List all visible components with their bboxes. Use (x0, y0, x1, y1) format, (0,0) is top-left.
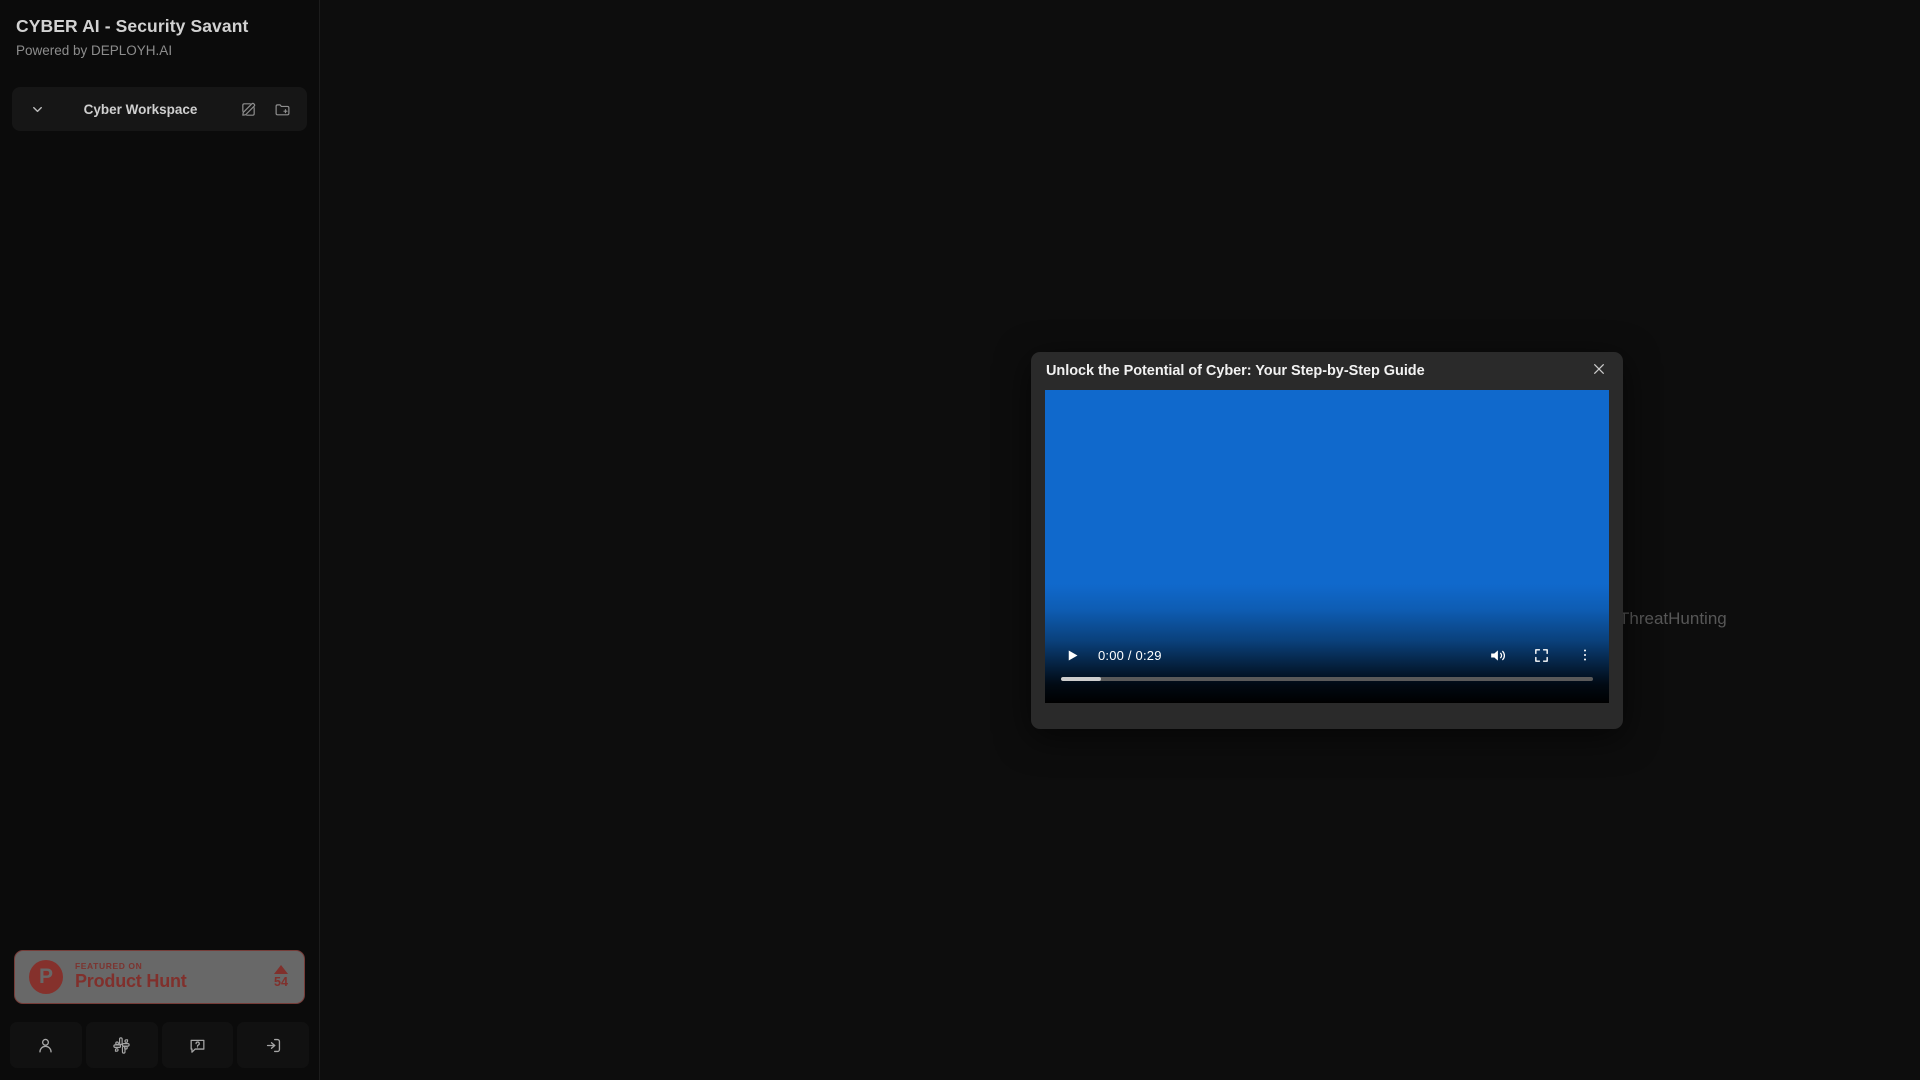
product-hunt-badge[interactable]: P FEATURED ON Product Hunt 54 (14, 950, 305, 1004)
volume-icon[interactable] (1484, 642, 1510, 668)
upvote-count: 54 (274, 976, 288, 989)
main-content: ThreatHunting Unlock the Potential of Cy… (320, 0, 1920, 1080)
login-icon (264, 1036, 283, 1055)
video-modal: Unlock the Potential of Cyber: Your Step… (1031, 352, 1623, 729)
app-root: CYBER AI - Security Savant Powered by DE… (0, 0, 1920, 1080)
product-hunt-logo-icon: P (29, 960, 63, 994)
video-time-display: 0:00 / 0:29 (1098, 648, 1162, 663)
help-button[interactable] (162, 1022, 234, 1068)
chevron-down-icon[interactable] (22, 94, 52, 124)
app-subtitle: Powered by DEPLOYH.AI (16, 42, 303, 60)
video-player[interactable]: 0:00 / 0:29 (1045, 390, 1609, 703)
product-hunt-logo-letter: P (39, 966, 53, 987)
modal-header: Unlock the Potential of Cyber: Your Step… (1031, 352, 1623, 390)
brand-header: CYBER AI - Security Savant Powered by DE… (0, 0, 319, 65)
fullscreen-icon[interactable] (1528, 642, 1554, 668)
product-hunt-upvote[interactable]: 54 (274, 965, 290, 989)
threat-hunting-label: ThreatHunting (1619, 609, 1727, 629)
kebab-menu-icon[interactable] (1576, 642, 1594, 668)
modal-title: Unlock the Potential of Cyber: Your Step… (1046, 363, 1587, 379)
product-hunt-kicker: FEATURED ON (75, 962, 262, 971)
login-button[interactable] (237, 1022, 309, 1068)
play-icon[interactable] (1060, 643, 1084, 667)
edit-pencil-icon[interactable] (233, 94, 263, 124)
app-title: CYBER AI - Security Savant (16, 16, 303, 38)
video-controls: 0:00 / 0:29 (1045, 637, 1609, 673)
help-icon (188, 1036, 207, 1055)
new-folder-icon[interactable] (267, 94, 297, 124)
workspace-row[interactable]: Cyber Workspace (12, 87, 307, 131)
video-progress-bar[interactable] (1061, 677, 1593, 681)
product-hunt-name: Product Hunt (75, 972, 262, 992)
close-icon[interactable] (1587, 357, 1611, 381)
slack-button[interactable] (86, 1022, 158, 1068)
workspace-name: Cyber Workspace (56, 102, 229, 117)
sidebar: CYBER AI - Security Savant Powered by DE… (0, 0, 320, 1080)
video-progress-buffered (1061, 677, 1101, 681)
sidebar-bottom-bar (0, 1018, 319, 1080)
upvote-triangle-icon (274, 965, 288, 974)
profile-button[interactable] (10, 1022, 82, 1068)
profile-icon (36, 1036, 55, 1055)
product-hunt-text: FEATURED ON Product Hunt (75, 962, 262, 992)
sidebar-content-area (0, 131, 319, 950)
slack-icon (112, 1036, 131, 1055)
